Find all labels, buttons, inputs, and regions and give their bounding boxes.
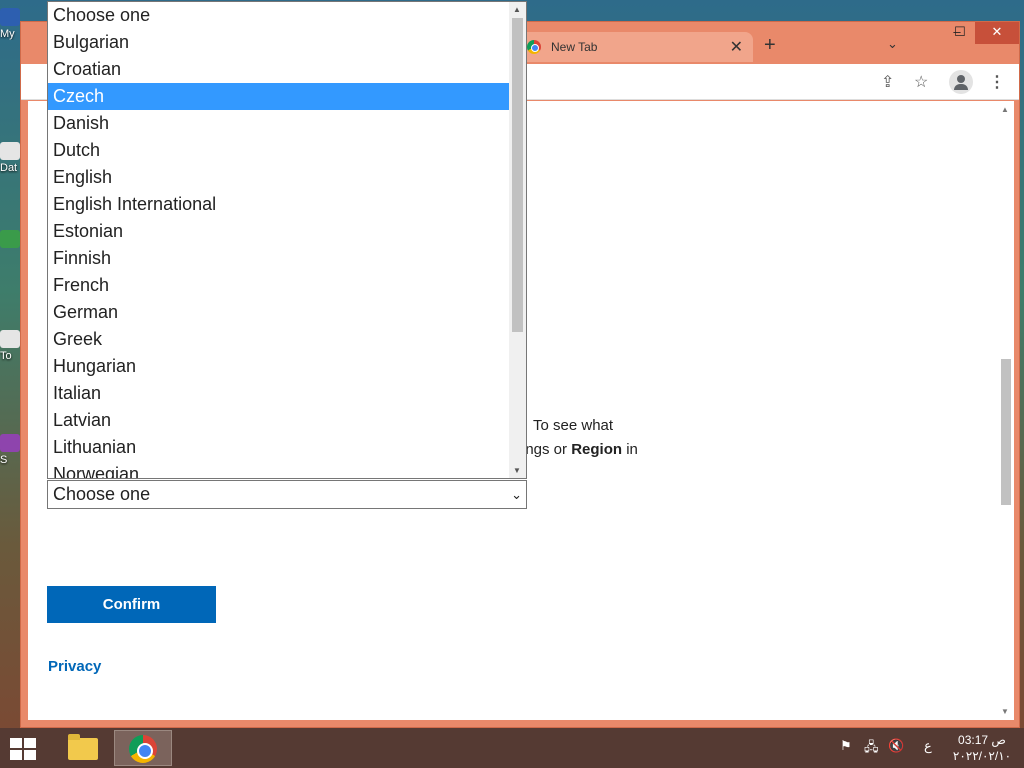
dropdown-option[interactable]: Danish [48,110,510,137]
windows-start-icon[interactable] [10,738,38,760]
taskbar: ⚑ 🖧 🔇 ع 03:17 ص ٢٠٢٢/٠٢/١٠ [0,728,1024,768]
clock-time: 03:17 ص [958,733,1006,747]
profile-icon[interactable] [949,70,973,94]
desktop-icon-label: S [0,454,8,466]
region-bold-text: Region [571,441,623,458]
page-scrollbar[interactable]: ▲ ▼ [998,101,1014,720]
dropdown-option[interactable]: Estonian [48,218,510,245]
action-center-icon[interactable]: ⚑ [840,738,852,754]
tab-new-tab[interactable]: New Tab ✕ [517,32,753,62]
plus-icon[interactable]: + [764,34,776,57]
dropdown-scrollbar[interactable]: ▲ ▼ [509,2,526,478]
desktop-icon-tools[interactable]: To [0,330,22,362]
chrome-icon [527,40,541,54]
dropdown-option[interactable]: Choose one [48,2,510,29]
taskbar-chrome[interactable] [114,730,172,766]
language-select-value: Choose one [53,484,151,504]
desktop-icon-my-computer[interactable]: My [0,8,22,40]
desktop-icon-data[interactable]: Dat [0,142,22,174]
language-select[interactable]: Choose one ⌄ [47,480,527,509]
file-icon [0,330,20,348]
tab-title: New Tab [551,40,598,54]
desktop-icon-app[interactable] [0,230,22,250]
dropdown-option[interactable]: Italian [48,380,510,407]
desktop-icon-label: Dat [0,162,18,174]
desktop-icon-label: My [0,28,15,40]
chevron-down-icon[interactable]: ⌄ [887,36,898,52]
dropdown-option[interactable]: Czech [48,83,510,110]
file-icon [0,142,20,160]
app-icon [0,434,20,452]
privacy-link[interactable]: Privacy [48,658,101,675]
dropdown-option[interactable]: Dutch [48,137,510,164]
dropdown-option[interactable]: English International [48,191,510,218]
dropdown-option[interactable]: Norwegian [48,461,510,478]
dropdown-option[interactable]: English [48,164,510,191]
app-icon [0,230,20,248]
scroll-up-icon[interactable]: ▲ [513,5,521,14]
kebab-menu-icon[interactable]: ⋮ [989,72,1005,92]
network-icon[interactable]: 🖧 [864,738,879,760]
body-text-line1: To see what [533,417,614,434]
star-icon[interactable]: ☆ [914,72,928,92]
dropdown-option[interactable]: Finnish [48,245,510,272]
taskbar-file-explorer[interactable] [52,730,110,766]
clock-date: ٢٠٢٢/٠٢/١٠ [952,749,1012,763]
scroll-up-icon[interactable]: ▲ [1001,105,1009,114]
scrollbar-thumb[interactable] [512,18,523,332]
maximize-button[interactable]: ☐ [946,22,974,44]
dropdown-option[interactable]: Croatian [48,56,510,83]
share-icon[interactable]: ⇪ [881,72,894,92]
scroll-down-icon[interactable]: ▼ [513,466,521,475]
dropdown-option[interactable]: Greek [48,326,510,353]
clock[interactable]: 03:17 ص ٢٠٢٢/٠٢/١٠ [950,732,1014,764]
desktop-icon-label: To [0,350,12,362]
scroll-down-icon[interactable]: ▼ [1001,707,1009,716]
body-text-line2: ings or Region in [522,441,638,458]
file-explorer-icon [68,734,98,760]
volume-muted-icon[interactable]: 🔇 [888,738,904,754]
close-window-button[interactable]: ✕ [975,22,1019,44]
dropdown-option[interactable]: Latvian [48,407,510,434]
dropdown-option[interactable]: Hungarian [48,353,510,380]
chevron-down-icon: ⌄ [511,487,522,502]
option-list: Choose one Bulgarian Croatian Czech Danish Du… [48,2,526,478]
close-icon[interactable]: ✕ [730,37,743,57]
language-dropdown-list[interactable]: Choose one Bulgarian Croatian Czech Danish Du… [47,1,527,479]
chrome-icon [129,735,157,763]
scrollbar-thumb[interactable] [1001,359,1011,505]
dropdown-option[interactable]: Bulgarian [48,29,510,56]
dropdown-option[interactable]: Lithuanian [48,434,510,461]
dropdown-option[interactable]: French [48,272,510,299]
desktop-icon-s[interactable]: S [0,434,22,466]
computer-icon [0,8,20,26]
dropdown-option[interactable]: German [48,299,510,326]
confirm-button[interactable]: Confirm [47,586,216,623]
language-indicator[interactable]: ع [924,738,932,754]
